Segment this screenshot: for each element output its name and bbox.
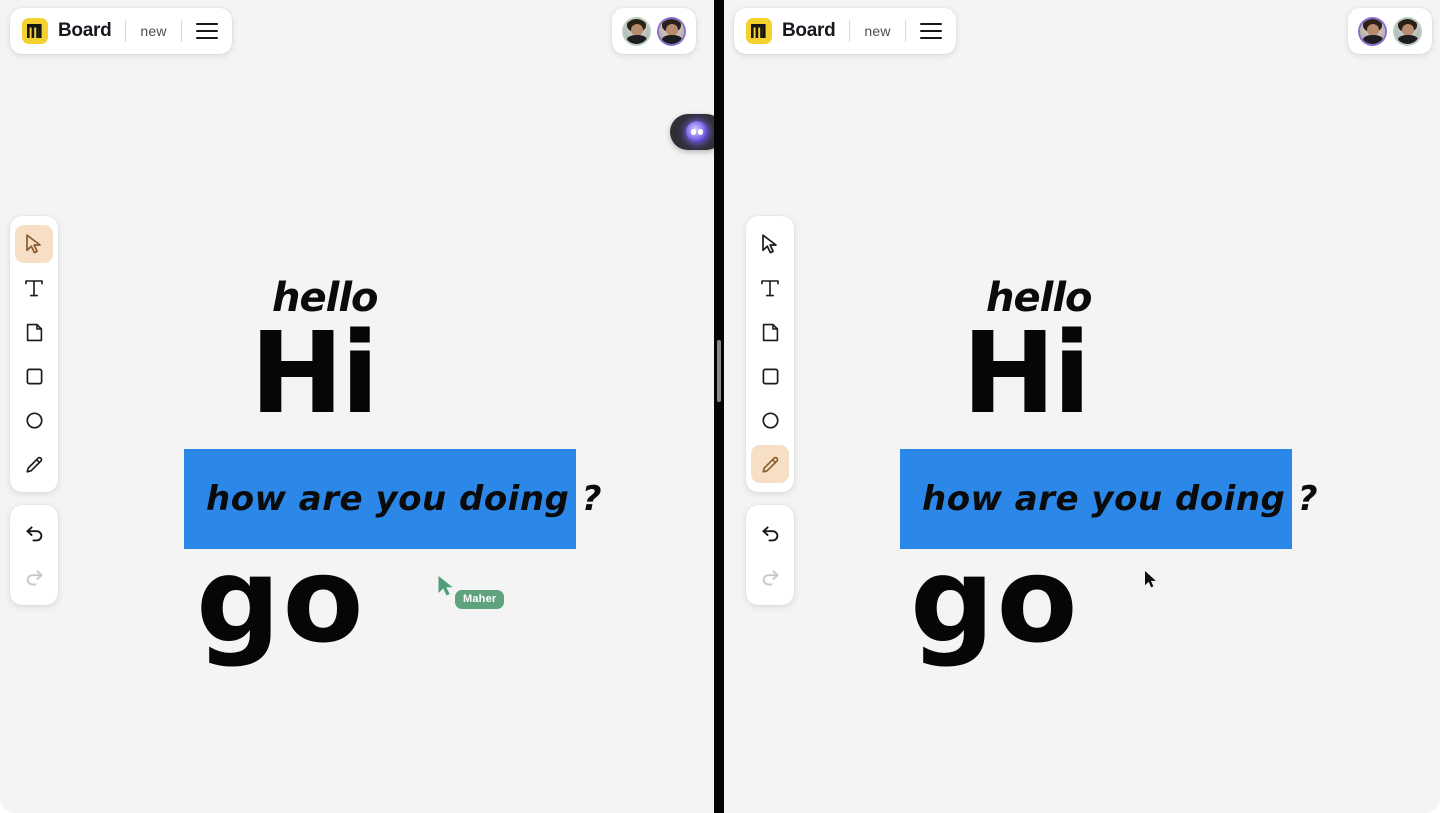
square-icon	[26, 368, 42, 384]
collaborator-name-label: Maher	[455, 590, 505, 609]
tool-rectangle[interactable]	[751, 357, 789, 395]
pane-right: hello Hi how are you doing ? go Board ne…	[724, 0, 1440, 813]
pencil-icon	[761, 456, 778, 473]
presence-avatars-right	[1348, 8, 1432, 54]
ai-eye-left	[691, 129, 696, 135]
tool-pencil[interactable]	[751, 445, 789, 483]
document-name[interactable]: new	[864, 23, 890, 39]
logo-glyph-icon	[27, 24, 42, 38]
menu-line-3	[195, 36, 218, 39]
text-icon	[761, 280, 779, 297]
note-page-icon	[26, 323, 42, 341]
avatar-user-2[interactable]	[657, 16, 686, 46]
divider-2	[180, 20, 182, 42]
redo-arrow-icon	[762, 569, 779, 585]
brand-title: Board	[782, 20, 836, 41]
pane-divider[interactable]	[714, 0, 724, 813]
tool-select[interactable]	[15, 225, 53, 263]
avatar-user-1[interactable]	[1393, 16, 1422, 46]
cursor-arrow-icon	[1145, 571, 1156, 588]
tool-redo	[15, 558, 53, 596]
redo-arrow-icon	[26, 569, 43, 585]
tool-redo	[751, 558, 789, 596]
undo-arrow-icon	[25, 525, 42, 541]
collaborator-cursor: Maher	[437, 575, 505, 609]
ai-assistant-button[interactable]	[670, 114, 714, 150]
highlighted-text: how are you doing ?	[206, 479, 602, 519]
board-logo-icon[interactable]	[22, 18, 48, 44]
whiteboard-canvas-right[interactable]: hello Hi how are you doing ? go	[724, 0, 1440, 813]
tool-select[interactable]	[751, 225, 789, 263]
square-icon	[762, 368, 778, 384]
toolbar-left	[10, 216, 58, 492]
avatar-user-1[interactable]	[622, 16, 651, 46]
sticky-text-hi[interactable]: Hi	[962, 318, 1091, 430]
history-toolbar-left	[10, 505, 58, 605]
menu-line-1	[195, 23, 218, 26]
tool-pencil[interactable]	[15, 445, 53, 483]
top-bar-right: Board new	[734, 8, 956, 54]
divider-1	[849, 20, 851, 42]
avatar-user-2[interactable]	[1358, 16, 1387, 46]
divider-1	[125, 20, 127, 42]
tool-undo[interactable]	[15, 514, 53, 552]
menu-line-1	[919, 23, 942, 26]
hamburger-menu-icon[interactable]	[919, 23, 942, 39]
tool-ellipse[interactable]	[15, 401, 53, 439]
tool-rectangle[interactable]	[15, 357, 53, 395]
ai-eye-right	[698, 129, 703, 135]
divider-2	[904, 20, 906, 42]
cursor-arrow-icon	[438, 576, 453, 596]
presence-avatars-left	[612, 8, 696, 54]
divider-drag-handle[interactable]	[717, 340, 721, 402]
board-app-window: hello Hi how are you doing ? go Maher Bo…	[0, 0, 1440, 813]
menu-line-2	[195, 29, 218, 33]
pane-left: hello Hi how are you doing ? go Maher Bo…	[0, 0, 714, 813]
ai-orb-icon	[686, 121, 708, 143]
board-logo-icon[interactable]	[746, 18, 772, 44]
toolbar-right	[746, 216, 794, 492]
hamburger-menu-icon[interactable]	[195, 23, 218, 39]
note-page-icon	[762, 323, 778, 341]
tool-undo[interactable]	[751, 514, 789, 552]
avatar-image	[1395, 18, 1420, 44]
logo-glyph-icon	[751, 24, 766, 38]
tool-text[interactable]	[15, 269, 53, 307]
pencil-icon	[25, 456, 42, 473]
text-icon	[25, 280, 43, 297]
cursor-arrow-icon	[762, 234, 777, 254]
tool-text[interactable]	[751, 269, 789, 307]
history-toolbar-right	[746, 505, 794, 605]
top-bar-left: Board new	[10, 8, 232, 54]
avatar-image	[624, 18, 649, 44]
menu-line-3	[919, 36, 942, 39]
cursor-arrow-icon	[26, 234, 41, 254]
menu-line-2	[919, 29, 942, 33]
undo-arrow-icon	[761, 525, 778, 541]
sticky-text-go[interactable]: go	[910, 541, 1080, 659]
tool-note[interactable]	[15, 313, 53, 351]
brand-title: Board	[58, 20, 112, 41]
sticky-text-go[interactable]: go	[196, 541, 366, 659]
avatar-image	[659, 18, 684, 44]
document-name[interactable]: new	[140, 23, 166, 39]
sticky-text-hi[interactable]: Hi	[250, 318, 379, 430]
circle-icon	[25, 411, 43, 429]
circle-icon	[761, 411, 779, 429]
avatar-image	[1360, 18, 1385, 44]
whiteboard-canvas-left[interactable]: hello Hi how are you doing ? go Maher	[0, 0, 714, 813]
tool-note[interactable]	[751, 313, 789, 351]
highlighted-text: how are you doing ?	[922, 479, 1318, 519]
tool-ellipse[interactable]	[751, 401, 789, 439]
mouse-pointer-cursor	[1144, 570, 1158, 590]
